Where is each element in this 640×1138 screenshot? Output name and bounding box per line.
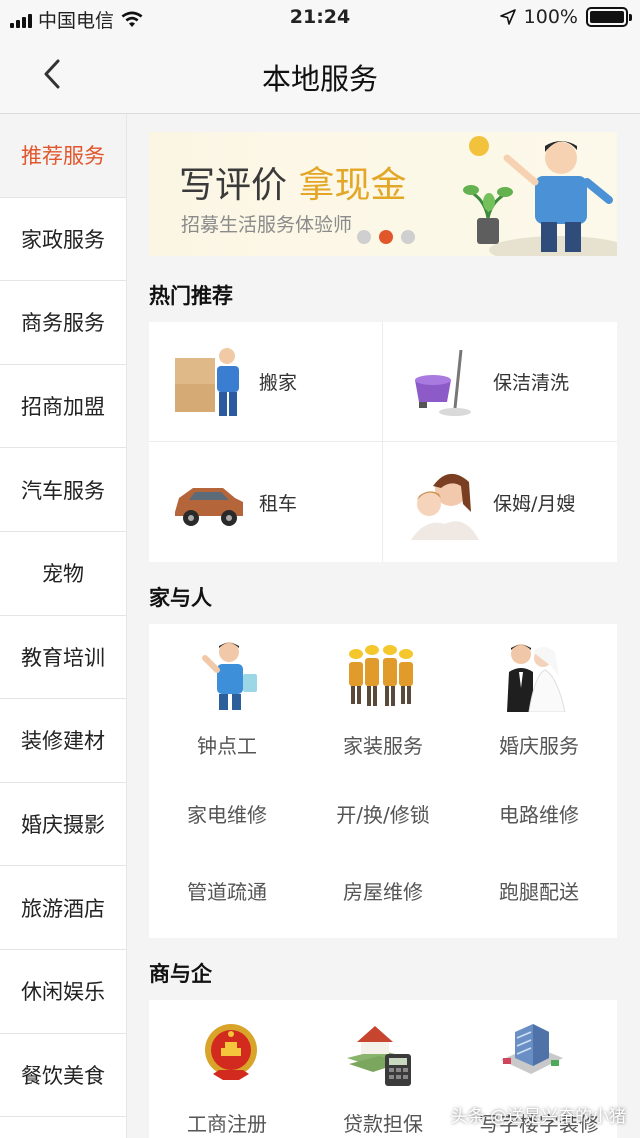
banner-title-part-a: 写评价 xyxy=(179,165,288,206)
home-service-home-decoration[interactable]: 家装服务 xyxy=(305,730,461,759)
hot-item-cleaning[interactable]: 保洁清洗 xyxy=(383,322,617,442)
home-service-locksmith[interactable]: 开/换/修锁 xyxy=(305,799,461,828)
home-services-row: 管道疏通 房屋维修 跑腿配送 xyxy=(149,876,617,905)
battery-percent: 100% xyxy=(523,6,578,28)
office-building-image xyxy=(501,1024,563,1074)
sidebar-item-housekeeping[interactable]: 家政服务 xyxy=(0,198,126,282)
sidebar-item-renovation[interactable]: 装修建材 xyxy=(0,699,126,783)
home-services-row: 钟点工 家装服务 婚庆服务 xyxy=(149,730,617,759)
home-service-errand-delivery[interactable]: 跑腿配送 xyxy=(461,876,617,905)
sidebar-item-leisure[interactable]: 休闲娱乐 xyxy=(0,950,126,1034)
home-service-appliance-repair[interactable]: 家电维修 xyxy=(149,799,305,828)
suv-car-image xyxy=(175,488,243,526)
carousel-dot[interactable] xyxy=(357,230,371,244)
watermark: 头条 @送是兴奋的小猪 xyxy=(450,1107,626,1127)
section-title-business: 商与企 xyxy=(149,962,212,986)
mover-with-boxes-image xyxy=(175,347,239,416)
hot-recommend-grid: 搬家 保洁清洗 租车 保姆/月嫂 xyxy=(149,322,617,562)
home-service-hourly-worker[interactable]: 钟点工 xyxy=(149,730,305,759)
location-arrow-icon xyxy=(499,9,516,25)
hot-item-nanny[interactable]: 保姆/月嫂 xyxy=(383,442,617,562)
banner-subtitle: 招募生活服务体验师 xyxy=(181,214,353,236)
hourly-worker-image xyxy=(202,642,257,710)
carousel-indicator xyxy=(357,230,415,244)
promo-banner[interactable]: 写评价 拿现金 招募生活服务体验师 xyxy=(149,132,617,256)
home-service-pipe-unclogging[interactable]: 管道疏通 xyxy=(149,876,305,905)
sidebar-item-recommended[interactable]: 推荐服务 xyxy=(0,114,126,198)
hot-item-label: 搬家 xyxy=(259,372,298,394)
home-services-row: 家电维修 开/换/修锁 电路维修 xyxy=(149,799,617,828)
banner-title-part-b: 拿现金 xyxy=(298,165,407,206)
hot-item-label: 保洁清洗 xyxy=(493,372,570,394)
carousel-dot[interactable] xyxy=(401,230,415,244)
page-title: 本地服务 xyxy=(261,62,378,96)
sidebar-item-food[interactable]: 餐饮美食 xyxy=(0,1034,126,1118)
section-title-home: 家与人 xyxy=(149,586,212,610)
sidebar-item-pets[interactable]: 宠物 xyxy=(0,532,126,616)
hot-item-car-rental[interactable]: 租车 xyxy=(149,442,383,562)
renovation-workers-image xyxy=(349,645,413,706)
business-service-loan-guarantee[interactable]: 贷款担保 xyxy=(305,1108,461,1137)
home-service-house-repair[interactable]: 房屋维修 xyxy=(305,876,461,905)
person-with-plant-illustration xyxy=(463,136,617,256)
section-title-hot: 热门推荐 xyxy=(149,284,233,308)
national-emblem-image xyxy=(205,1024,257,1080)
hot-item-moving[interactable]: 搬家 xyxy=(149,322,383,442)
status-right: 100% xyxy=(499,6,632,28)
status-bar: 中国电信 21:24 100% xyxy=(0,0,640,36)
house-money-calculator-image xyxy=(347,1026,411,1086)
home-services-grid: 钟点工 家装服务 婚庆服务 家电维修 开/换/修锁 电路维修 管道疏通 房屋维修… xyxy=(149,624,617,938)
battery-icon xyxy=(586,7,632,27)
sidebar-item-franchise[interactable]: 招商加盟 xyxy=(0,365,126,449)
wedding-couple-image xyxy=(507,644,566,712)
banner-title: 写评价 拿现金 xyxy=(179,156,406,208)
sidebar-item-travel-hotel[interactable]: 旅游酒店 xyxy=(0,866,126,950)
business-service-registration[interactable]: 工商注册 xyxy=(149,1108,305,1137)
hot-item-label: 保姆/月嫂 xyxy=(493,492,576,515)
sidebar-item-wedding-photo[interactable]: 婚庆摄影 xyxy=(0,783,126,867)
sidebar-item-business[interactable]: 商务服务 xyxy=(0,281,126,365)
mop-bucket-image xyxy=(415,349,471,416)
carousel-dot-active[interactable] xyxy=(379,230,393,244)
category-sidebar: 推荐服务 家政服务 商务服务 招商加盟 汽车服务 宠物 教育培训 装修建材 婚庆… xyxy=(0,114,127,1138)
home-service-electrical-repair[interactable]: 电路维修 xyxy=(461,799,617,828)
sidebar-item-education[interactable]: 教育培训 xyxy=(0,616,126,700)
navigation-bar: 本地服务 xyxy=(0,36,640,114)
mother-and-child-image xyxy=(411,473,479,540)
home-service-wedding[interactable]: 婚庆服务 xyxy=(461,730,617,759)
hot-item-label: 租车 xyxy=(259,492,298,515)
sidebar-item-auto[interactable]: 汽车服务 xyxy=(0,448,126,532)
